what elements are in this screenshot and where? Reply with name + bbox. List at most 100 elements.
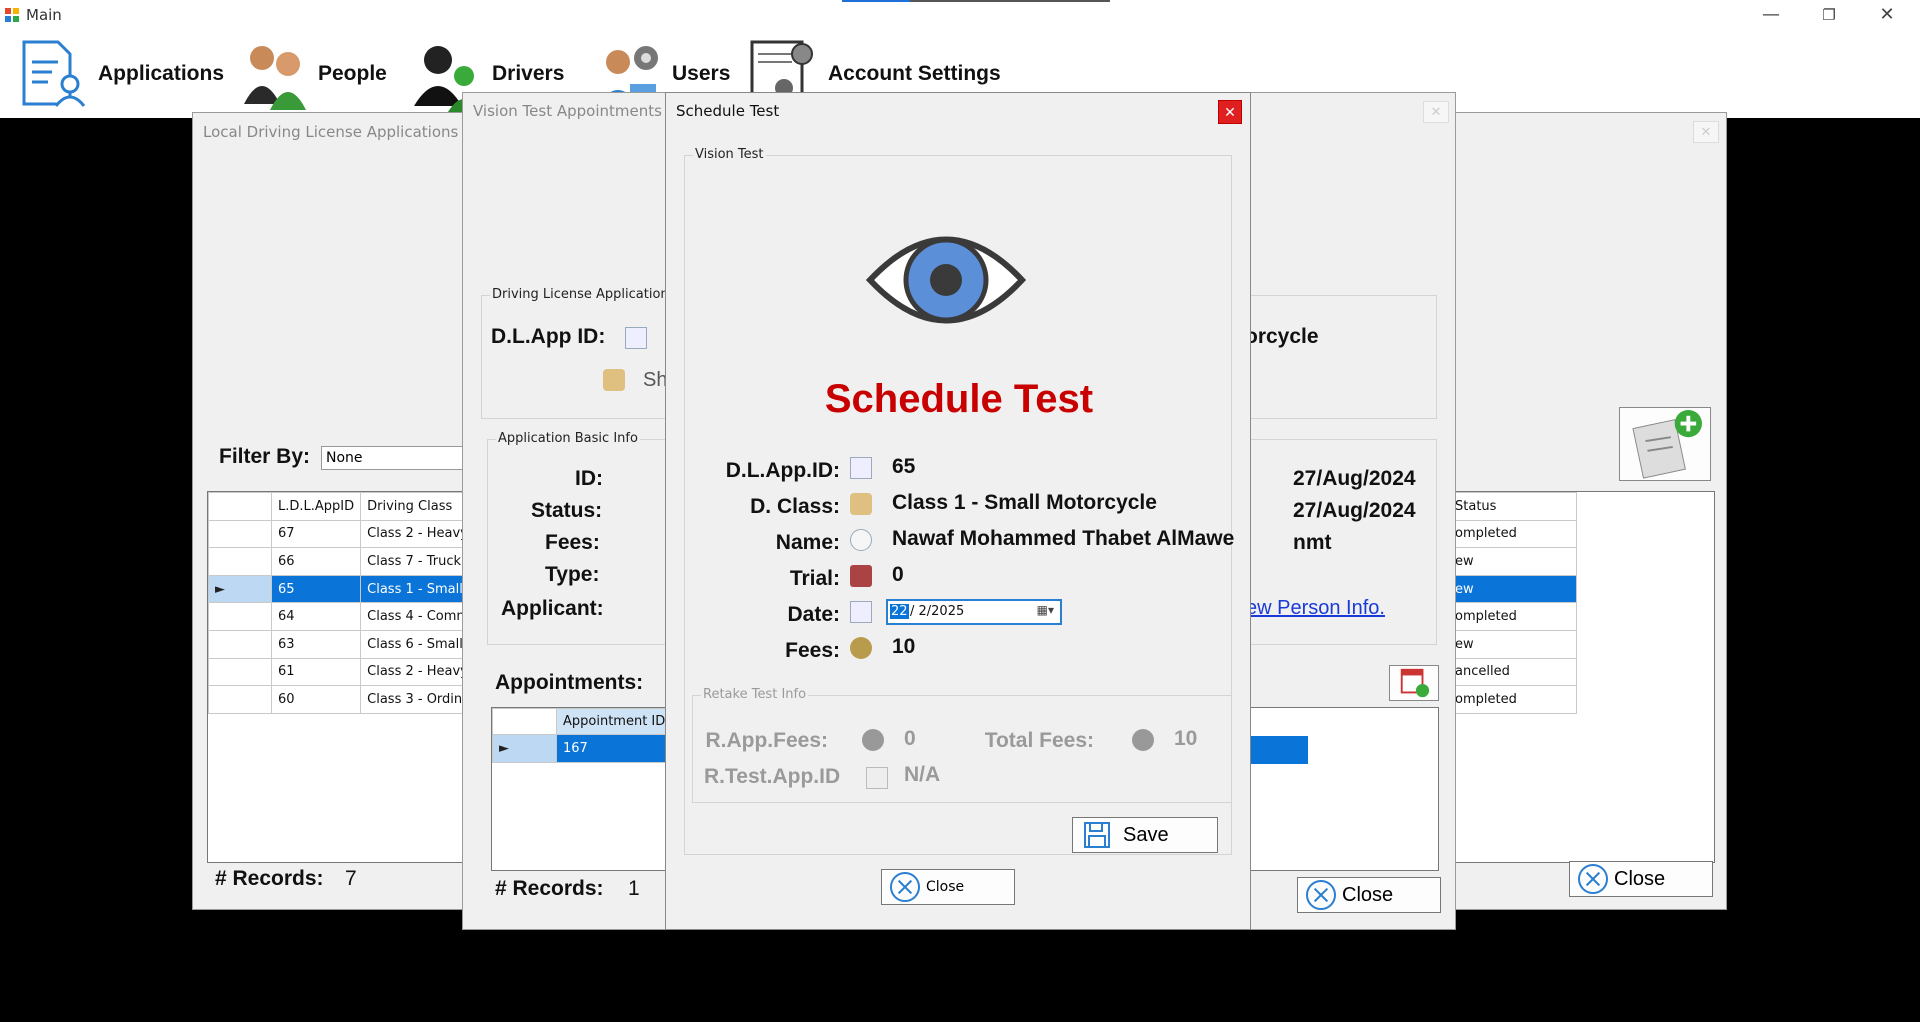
application-date: 27/Aug/2024	[1293, 467, 1416, 490]
retake-id-icon	[866, 767, 888, 789]
appointment-row-selected[interactable]: ► 167	[492, 734, 673, 763]
menu-people-label: People	[318, 62, 387, 85]
close-circle-icon	[1578, 864, 1608, 894]
ldla-close-button[interactable]: Close	[1569, 861, 1713, 897]
fees-label: Fees:	[545, 531, 600, 554]
trial-icon	[850, 565, 872, 587]
tab-indicator	[842, 0, 1110, 2]
people-icon	[244, 46, 306, 110]
menu-people[interactable]: People	[238, 30, 387, 118]
ldla-status-table: Status ompleted ew ew ompleted ew ancell…	[1448, 492, 1577, 714]
status-label: Status:	[531, 499, 603, 522]
vision-close-label: Close	[1342, 883, 1394, 906]
calendar-icon	[850, 601, 872, 623]
close-circle-icon	[1306, 880, 1336, 910]
dl-app-id-label: D.L.App.ID:	[725, 459, 840, 482]
person-icon	[850, 529, 872, 551]
type-label: Type:	[545, 563, 600, 586]
date-rest-segment: / 2/2025	[910, 604, 965, 619]
vision-close-x[interactable]: ✕	[1423, 101, 1449, 123]
schedule-close-button[interactable]: Close	[881, 869, 1015, 905]
name-label: Name:	[775, 531, 840, 554]
retake-money-icon	[862, 729, 884, 751]
app-icon	[5, 8, 19, 22]
menu-applications[interactable]: Applications	[18, 30, 224, 118]
col-status[interactable]: Status	[1448, 492, 1577, 521]
rtest-app-id-value: N/A	[904, 763, 941, 786]
row-header-corner	[208, 492, 272, 521]
add-document-icon	[1632, 409, 1702, 479]
schedule-close-label: Close	[926, 879, 965, 895]
schedule-test-dialog: Schedule Test ✕ Vision Test Schedule Tes…	[665, 92, 1251, 930]
rtest-app-id-label: R.Test.App.ID	[704, 765, 841, 788]
trial-label: Trial:	[789, 567, 840, 590]
total-fees-label: Total Fees:	[984, 729, 1094, 752]
calendar-dropdown-icon[interactable]: ▦▾	[1037, 603, 1054, 617]
close-window-button[interactable]: ✕	[1864, 2, 1910, 28]
menu-users-label: Users	[672, 62, 731, 85]
window-title: Main	[26, 6, 62, 24]
class-label: D. Class:	[750, 495, 840, 518]
class-value: Class 1 - Small Motorcycle	[892, 491, 1157, 514]
name-value: Nawaf Mohammed Thabet AlMawe	[892, 527, 1235, 550]
test-date-picker[interactable]: 22 / 2/2025 ▦▾	[886, 599, 1062, 625]
table-row[interactable]: 66 Class 7 - Truck ar	[208, 547, 494, 576]
view-person-info-link[interactable]: ew Person Info.	[1246, 597, 1385, 620]
window-titlebar: Main — ❐ ✕	[0, 0, 1920, 30]
money-icon	[850, 637, 872, 659]
status-date: 27/Aug/2024	[1293, 499, 1416, 522]
license-icon	[603, 369, 625, 391]
ldla-close-x[interactable]: ✕	[1693, 121, 1719, 143]
minimize-button[interactable]: —	[1748, 2, 1794, 28]
vision-close-button[interactable]: Close	[1297, 877, 1441, 913]
vision-title: Vision Test Appointments	[473, 102, 662, 120]
ldla-table: L.D.L.AppID Driving Class 67 Class 2 - He…	[208, 492, 494, 714]
schedule-dialog-title: Schedule Test	[676, 102, 780, 120]
show-license-link[interactable]: Sh	[643, 369, 667, 392]
basic-info-title: Application Basic Info	[496, 431, 640, 446]
vision-records-label: # Records:	[495, 877, 604, 900]
appointments-table: Appointment ID ► 167	[492, 708, 673, 763]
license-class-icon	[850, 493, 872, 515]
table-row[interactable]: 67 Class 2 - Heavy M	[208, 519, 494, 549]
schedule-close-x[interactable]: ✕	[1218, 100, 1242, 124]
eye-icon	[866, 236, 1026, 324]
rapp-fees-label: R.App.Fees:	[705, 729, 828, 752]
rapp-fees-value: 0	[904, 727, 916, 750]
id-icon	[625, 327, 647, 349]
close-circle-icon	[890, 872, 920, 902]
vision-records-value: 1	[628, 877, 640, 900]
save-icon	[1084, 822, 1110, 848]
col-appointment-id[interactable]: Appointment ID	[555, 708, 673, 735]
id-card-icon	[850, 457, 872, 479]
table-row-selected[interactable]: ► 65 Class 1 - Small Mo	[208, 574, 494, 604]
retake-test-group-title: Retake Test Info	[701, 687, 809, 702]
ldla-header-row: L.D.L.AppID Driving Class	[208, 492, 494, 521]
dl-app-id-label: D.L.App ID:	[491, 325, 606, 348]
trial-value: 0	[892, 563, 904, 586]
schedule-heading: Schedule Test	[824, 377, 1094, 421]
total-money-icon	[1132, 729, 1154, 751]
restore-button[interactable]: ❐	[1806, 2, 1852, 28]
add-appointment-button[interactable]	[1389, 665, 1439, 701]
table-row[interactable]: 64 Class 4 - Commer	[208, 602, 494, 631]
save-label: Save	[1123, 823, 1169, 846]
ldla-title: Local Driving License Applications	[203, 123, 459, 141]
table-row[interactable]: 63 Class 6 - Small ar	[208, 629, 494, 659]
ldla-records-value: 7	[345, 867, 357, 890]
save-button[interactable]: Save	[1072, 817, 1218, 853]
add-application-button[interactable]	[1619, 407, 1711, 481]
appointments-label: Appointments:	[495, 671, 644, 694]
applicant-label: Applicant:	[501, 597, 604, 620]
table-row[interactable]: 60 Class 3 - Ordinar	[208, 685, 494, 714]
applications-icon	[22, 40, 86, 107]
fees-value: 10	[892, 635, 916, 658]
dl-app-id-value: 65	[892, 455, 916, 478]
created-by-user: nmt	[1293, 531, 1332, 554]
menu-account-settings-label: Account Settings	[828, 62, 1001, 85]
ldla-records-label: # Records:	[215, 867, 324, 890]
col-ldl-appid[interactable]: L.D.L.AppID	[270, 492, 362, 521]
menu-drivers-label: Drivers	[492, 62, 565, 85]
id-label: ID:	[575, 467, 603, 490]
table-row[interactable]: 61 Class 2 - Heavy M	[208, 657, 494, 687]
